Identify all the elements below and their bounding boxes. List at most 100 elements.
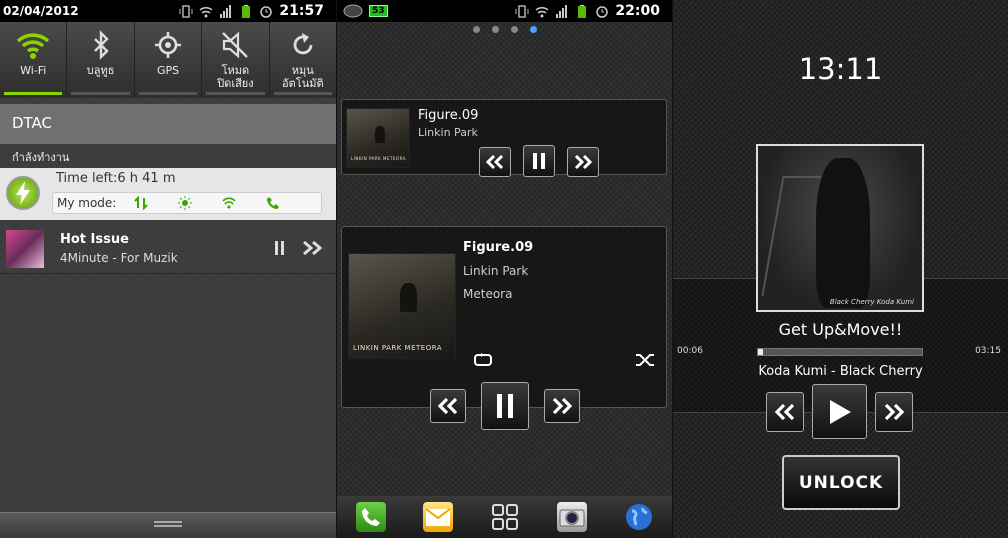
large-widget-album: Meteora xyxy=(463,287,513,301)
album-art-text: LINKIN PARK METEORA xyxy=(351,156,406,161)
album-art-text: LINKIN PARK METEORA xyxy=(353,344,443,352)
page-dot[interactable] xyxy=(472,26,480,33)
wifi-toggle-label: Wi-Fi xyxy=(20,64,47,77)
app-dock xyxy=(337,496,672,538)
pause-icon[interactable] xyxy=(274,240,286,256)
next-icon xyxy=(574,155,592,169)
silent-mode-toggle-indicator xyxy=(206,92,265,95)
wifi-toggle[interactable]: Wi-Fi xyxy=(0,22,68,98)
album-tree xyxy=(761,176,823,296)
drag-grip xyxy=(154,521,182,527)
gps-toggle-label: GPS xyxy=(156,64,180,77)
auto-rotate-toggle-indicator xyxy=(273,92,333,95)
album-art-large: LINKIN PARK METEORA xyxy=(348,253,456,359)
album-art-lockscreen: Black Cherry Koda Kumi xyxy=(756,144,924,312)
repeat-icon[interactable] xyxy=(473,352,493,368)
unlock-button[interactable]: UNLOCK xyxy=(782,455,900,510)
prev-button-small[interactable] xyxy=(479,147,511,177)
album-figure xyxy=(399,283,417,313)
phone-app-icon[interactable] xyxy=(355,502,386,532)
messaging-app-icon[interactable] xyxy=(422,502,453,532)
browser-app-icon[interactable] xyxy=(624,502,654,532)
next-button-small[interactable] xyxy=(567,147,599,177)
shuffle-icon[interactable] xyxy=(635,352,655,368)
music-title: Hot Issue xyxy=(60,232,129,247)
previous-icon xyxy=(486,155,504,169)
app-drawer-icon[interactable] xyxy=(490,502,520,532)
battery-icon xyxy=(242,4,251,18)
cell-signal-icon xyxy=(220,4,232,18)
home-screen: 53 22:00 LINKIN PARK METEORA Figure.09 L… xyxy=(337,0,672,538)
page-dot[interactable] xyxy=(510,26,518,33)
auto-rotate-toggle-label: หมุน อัตโนมัติ xyxy=(282,64,324,90)
status-bar-2: 53 22:00 xyxy=(337,0,672,22)
vibrate-icon xyxy=(179,4,193,18)
silent-mode-toggle-label: โหมด ปิดเสียง xyxy=(217,64,254,90)
wifi-signal-icon xyxy=(199,6,213,17)
previous-icon xyxy=(775,404,795,420)
bluetooth-toggle-indicator xyxy=(71,92,130,95)
album-figure xyxy=(816,158,870,308)
carrier-name: DTAC xyxy=(0,104,336,144)
large-widget-artist: Linkin Park xyxy=(463,264,529,278)
brightness-icon[interactable] xyxy=(178,196,193,210)
elapsed-time: 00:06 xyxy=(677,346,703,356)
page-dot[interactable] xyxy=(491,26,499,33)
album-art-small: LINKIN PARK METEORA xyxy=(346,108,410,168)
page-dot-active[interactable] xyxy=(529,26,537,33)
music-notification[interactable]: Hot Issue 4Minute - For Muzik xyxy=(0,222,336,274)
music-widget-small[interactable]: LINKIN PARK METEORA Figure.09 Linkin Par… xyxy=(341,99,667,177)
prev-button-large[interactable] xyxy=(430,389,466,423)
gps-toggle[interactable]: GPS xyxy=(135,22,203,98)
prev-button-lock[interactable] xyxy=(766,392,804,432)
lock-clock: 13:11 xyxy=(798,52,883,86)
battery-notification[interactable]: Time left:6 h 41 m My mode: xyxy=(0,168,336,220)
lock-screen: 13:11 Black Cherry Koda Kumi Get Up&Move… xyxy=(673,0,1008,538)
bluetooth-toggle[interactable]: บลูทูธ xyxy=(67,22,135,98)
silent-mode-toggle[interactable]: โหมด ปิดเสียง xyxy=(202,22,270,98)
next-button-large[interactable] xyxy=(544,389,580,423)
gps-toggle-indicator xyxy=(138,92,198,95)
progress-bar[interactable] xyxy=(757,348,923,356)
page-indicator xyxy=(337,26,672,33)
alarm-icon xyxy=(260,5,273,18)
notification-panel: 02/04/2012 21:57 Wi-Fi บลูทูธ GPS โหมด ป… xyxy=(0,0,336,538)
large-widget-title: Figure.09 xyxy=(463,240,534,255)
app-notification-icon xyxy=(343,4,363,18)
battery-time-left: Time left:6 h 41 m xyxy=(56,171,176,186)
status-clock-2: 22:00 xyxy=(615,3,660,19)
play-button-lock[interactable] xyxy=(812,384,867,439)
panel-drag-handle[interactable] xyxy=(0,512,336,538)
battery-lightning-icon xyxy=(6,176,40,210)
lock-artist-album: Koda Kumi - Black Cherry xyxy=(758,364,923,379)
next-icon[interactable] xyxy=(302,240,324,256)
total-time: 03:15 xyxy=(975,346,1001,356)
wifi-signal-icon xyxy=(535,6,549,17)
auto-rotate-toggle[interactable]: หมุน อัตโนมัติ xyxy=(270,22,336,98)
next-button-lock[interactable] xyxy=(875,392,913,432)
previous-icon xyxy=(438,398,458,414)
small-widget-title: Figure.09 xyxy=(418,108,479,123)
bluetooth-icon xyxy=(93,30,109,60)
pause-button-large[interactable] xyxy=(481,382,529,430)
album-thumbnail xyxy=(6,230,44,268)
album-figure xyxy=(374,126,385,143)
bluetooth-toggle-label: บลูทูธ xyxy=(86,64,115,77)
phone-icon[interactable] xyxy=(266,196,280,210)
status-clock: 21:57 xyxy=(279,3,324,19)
camera-app-icon[interactable] xyxy=(556,502,587,532)
mode-wifi-icon[interactable] xyxy=(222,196,236,210)
pause-button-small[interactable] xyxy=(523,145,555,177)
music-widget-large[interactable]: LINKIN PARK METEORA Figure.09 Linkin Par… xyxy=(341,226,667,430)
wifi-toggle-indicator xyxy=(4,92,63,95)
data-sync-icon[interactable] xyxy=(134,196,149,210)
album-signature: Black Cherry Koda Kumi xyxy=(829,298,914,306)
pause-icon xyxy=(497,394,513,418)
battery-icon xyxy=(578,4,587,18)
gps-icon xyxy=(155,32,182,58)
next-icon xyxy=(884,404,904,420)
quick-settings: Wi-Fi บลูทูธ GPS โหมด ปิดเสียง หมุน อัตโ… xyxy=(0,22,336,98)
vibrate-icon xyxy=(515,4,529,18)
play-icon xyxy=(829,399,851,424)
small-widget-artist: Linkin Park xyxy=(418,126,478,139)
